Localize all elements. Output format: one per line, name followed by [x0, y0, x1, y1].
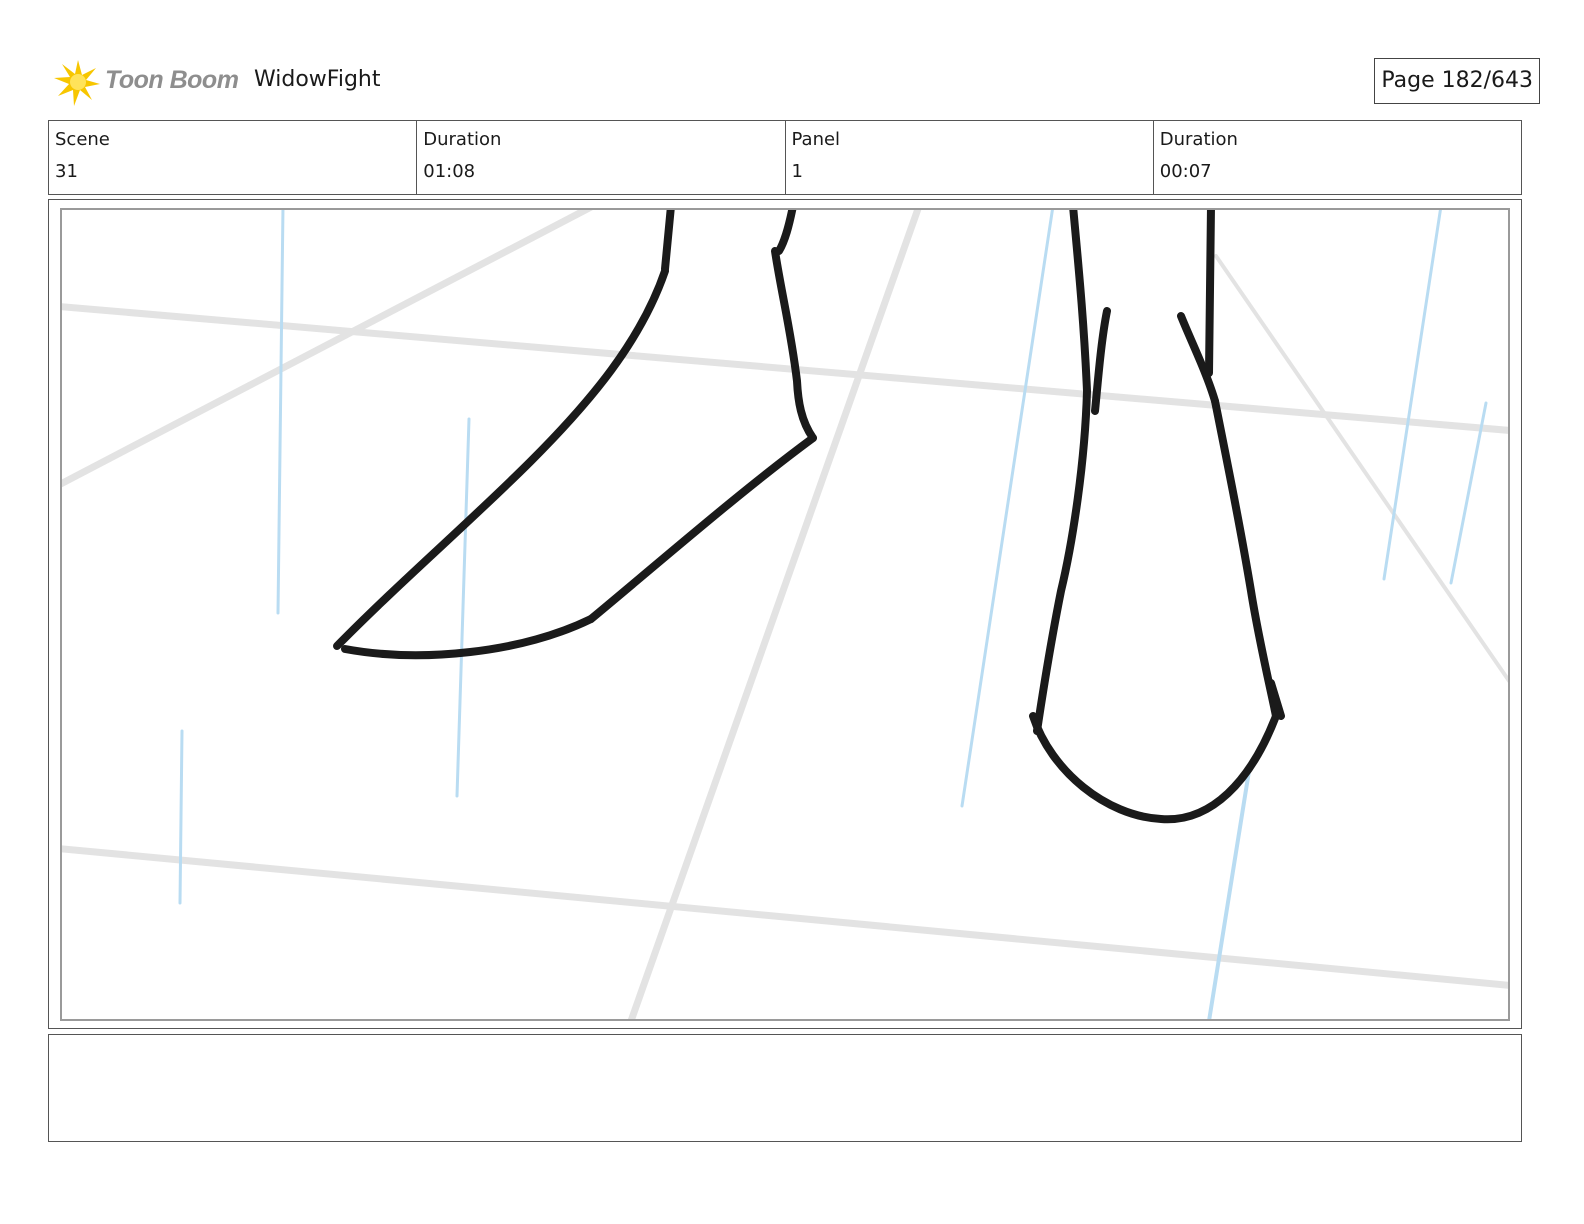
storyboard-panel	[48, 199, 1522, 1029]
panel-duration-label: Duration	[1159, 129, 1238, 150]
left-foot-sketch	[333, 210, 817, 660]
project-title: WidowFight	[254, 67, 381, 92]
scene-duration-label: Duration	[423, 129, 502, 150]
panel-notes-box	[48, 1034, 1522, 1142]
panel-duration-cell: Duration 00:07	[1154, 121, 1521, 194]
panel-duration-value: 00:07	[1159, 161, 1212, 182]
rain-line	[276, 210, 285, 615]
rain-lines	[178, 210, 1488, 1019]
panel-label: Panel	[791, 129, 841, 150]
scene-label: Scene	[55, 129, 110, 150]
logo-text: Toon Boom	[105, 66, 239, 94]
scene-info-table: Scene 31 Duration 01:08 Panel 1 Duration…	[48, 120, 1522, 195]
grid-line	[62, 845, 1508, 989]
panel-cell: Panel 1	[786, 121, 1154, 194]
rain-line	[1449, 401, 1488, 585]
panel-sketch	[62, 210, 1508, 1019]
rain-line	[960, 210, 1054, 808]
toon-boom-star-icon	[54, 60, 100, 106]
right-foot-sketch	[1029, 210, 1285, 824]
storyboard-header: Toon Boom WidowFight Page 182/643	[50, 52, 1540, 112]
panel-safe-area	[60, 208, 1510, 1021]
scene-duration-cell: Duration 01:08	[417, 121, 786, 194]
scene-cell: Scene 31	[49, 121, 418, 194]
grid-line	[62, 210, 593, 488]
scene-duration-value: 01:08	[423, 161, 476, 182]
page-counter: Page 182/643	[1374, 58, 1540, 104]
grid-line	[1214, 254, 1508, 683]
rain-line	[178, 729, 184, 905]
grid-line	[62, 303, 1508, 434]
grid-line	[627, 210, 922, 1019]
rain-line	[1382, 210, 1442, 581]
rain-line	[1207, 769, 1251, 1019]
rain-line	[455, 417, 471, 798]
scene-value: 31	[55, 161, 78, 182]
panel-value: 1	[791, 161, 803, 182]
floor-grid	[62, 210, 1508, 1019]
